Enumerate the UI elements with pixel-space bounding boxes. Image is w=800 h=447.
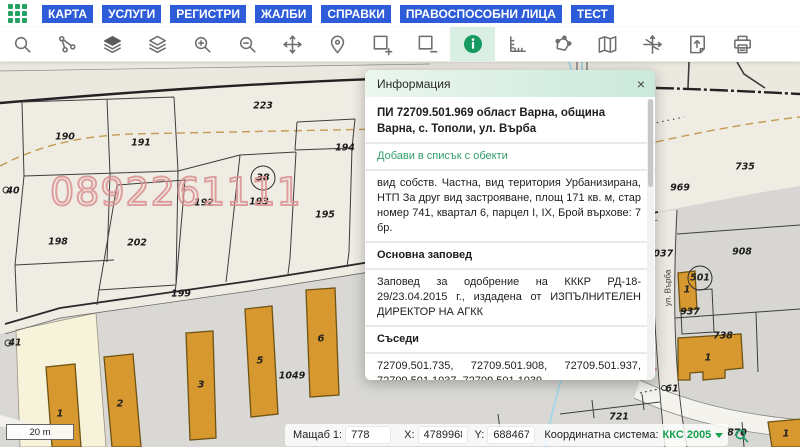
menu-zhalbi[interactable]: ЖАЛБИ	[255, 5, 312, 23]
menu-pravosposobni-litsa[interactable]: ПРАВОСПОСОБНИ ЛИЦА	[400, 5, 562, 23]
zoom-out-icon[interactable]	[225, 27, 270, 61]
layers-filled-icon[interactable]	[90, 27, 135, 61]
export-icon[interactable]	[675, 27, 720, 61]
info-popup: Информация × ПИ 72709.501.969 област Вар…	[365, 70, 655, 380]
chevron-down-icon[interactable]	[715, 433, 723, 438]
menu-uslugi[interactable]: УСЛУГИ	[102, 5, 161, 23]
app-window: КАРТА УСЛУГИ РЕГИСТРИ ЖАЛБИ СПРАВКИ ПРАВ…	[0, 0, 800, 447]
crs-value[interactable]: ККС 2005	[663, 429, 712, 441]
info-popup-body: ПИ 72709.501.969 област Варна, община Ва…	[365, 97, 655, 380]
popup-scrollbar[interactable]	[647, 99, 654, 380]
pan-icon[interactable]	[270, 27, 315, 61]
y-input[interactable]	[488, 427, 534, 443]
menu-spravki[interactable]: СПРАВКИ	[321, 5, 391, 23]
neighbors-heading: Съседи	[365, 327, 655, 352]
info-popup-header: Информация ×	[365, 70, 655, 97]
spatial-query-icon[interactable]	[45, 27, 90, 61]
map-overview-icon[interactable]	[585, 27, 630, 61]
layers-outline-icon[interactable]	[135, 27, 180, 61]
zoom-in-icon[interactable]	[180, 27, 225, 61]
scale-bar: 20 m	[6, 424, 74, 440]
street-name-label: ул. Върба	[664, 270, 673, 307]
menu-karta[interactable]: КАРТА	[42, 5, 93, 23]
info-popup-title: Информация	[377, 77, 450, 91]
print-icon[interactable]	[720, 27, 765, 61]
zoom-rect-out-icon[interactable]	[405, 27, 450, 61]
location-pin-icon[interactable]	[315, 27, 360, 61]
scale-input[interactable]	[346, 427, 390, 443]
order-text: Заповед за одобрение на КККР РД-18-29/23…	[365, 270, 655, 325]
status-bar: Мащаб 1: X: Y: Координатна система: ККС …	[285, 424, 728, 446]
zoom-rect-in-icon[interactable]	[360, 27, 405, 61]
add-to-list-link[interactable]: Добави в списък с обекти	[365, 144, 655, 169]
coordinate-axes-icon[interactable]	[630, 27, 675, 61]
scale-bar-label: 20 m	[29, 427, 50, 438]
crs-label: Координатна система:	[544, 429, 658, 441]
apps-grid-icon[interactable]	[8, 4, 27, 23]
menu-registri[interactable]: РЕГИСТРИ	[170, 5, 246, 23]
y-label: Y:	[475, 429, 485, 441]
top-menu: КАРТА УСЛУГИ РЕГИСТРИ ЖАЛБИ СПРАВКИ ПРАВ…	[0, 0, 800, 27]
measure-area-icon[interactable]	[540, 27, 585, 61]
search-icon[interactable]	[0, 27, 45, 61]
menu-test[interactable]: ТЕСТ	[571, 5, 614, 23]
info-icon[interactable]	[450, 27, 495, 61]
x-input[interactable]	[419, 427, 467, 443]
scrollbar-thumb[interactable]	[648, 99, 653, 187]
order-heading: Основна заповед	[365, 243, 655, 268]
parcel-title: ПИ 72709.501.969 област Варна, община Ва…	[365, 97, 655, 142]
map-toolbar	[0, 27, 800, 62]
measure-length-icon[interactable]	[495, 27, 540, 61]
parcel-details: вид собств. Частна, вид територия Урбани…	[365, 171, 655, 241]
scale-label: Мащаб 1:	[293, 429, 342, 441]
x-label: X:	[404, 429, 414, 441]
neighbors-text: 72709.501.735, 72709.501.908, 72709.501.…	[365, 354, 655, 380]
statusbar-search-icon[interactable]	[733, 427, 750, 444]
close-icon[interactable]: ×	[637, 77, 645, 91]
